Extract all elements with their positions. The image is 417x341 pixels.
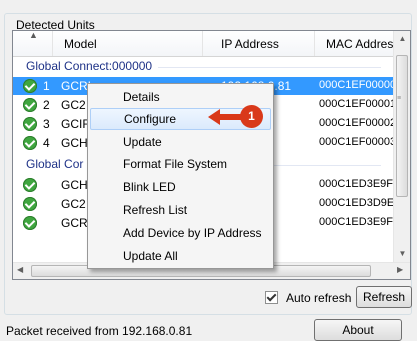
status-ok-icon bbox=[23, 79, 37, 93]
column-sort[interactable]: ▲ bbox=[13, 31, 53, 56]
row-index: 4 bbox=[43, 136, 50, 150]
column-mac-address[interactable]: MAC Address bbox=[315, 31, 399, 56]
status-ok-icon bbox=[23, 117, 37, 131]
column-header: ▲ Model IP Address MAC Address bbox=[13, 31, 399, 57]
auto-refresh-checkbox[interactable] bbox=[265, 291, 279, 305]
scroll-grip-icon: ≡ bbox=[397, 95, 402, 102]
menu-item-blink-led[interactable]: Blink LED bbox=[90, 176, 271, 198]
row-mac: 000C1EF00001 bbox=[319, 98, 397, 110]
scroll-left-icon[interactable]: ◀ bbox=[17, 265, 23, 274]
menu-item-refresh-list[interactable]: Refresh List bbox=[90, 199, 271, 221]
row-mac: 000C1EF00003 bbox=[319, 136, 397, 148]
menu-item-format-file-system[interactable]: Format File System bbox=[90, 153, 271, 175]
menu-item-add-device-by-ip[interactable]: Add Device by IP Address bbox=[90, 222, 271, 244]
column-model[interactable]: Model bbox=[53, 31, 203, 56]
row-index: 1 bbox=[43, 79, 50, 93]
auto-refresh-label[interactable]: Auto refresh bbox=[286, 291, 351, 305]
vertical-scrollbar[interactable]: ▲ ≡ ▼ bbox=[393, 31, 410, 264]
row-mac: 000C1ED3E9FD bbox=[319, 216, 401, 228]
group-header[interactable]: Global Connect:000000 bbox=[13, 58, 393, 76]
status-text: Packet received from 192.168.0.81 bbox=[6, 324, 193, 338]
checkmark-icon bbox=[265, 291, 278, 304]
scroll-up-icon[interactable]: ▲ bbox=[394, 34, 410, 43]
row-mac: 000C1EF00000 bbox=[319, 79, 397, 91]
refresh-button[interactable]: Refresh bbox=[356, 286, 412, 308]
status-ok-icon bbox=[23, 136, 37, 150]
menu-item-update-all[interactable]: Update All bbox=[90, 245, 271, 267]
menu-item-update[interactable]: Update bbox=[90, 131, 271, 153]
status-ok-icon bbox=[23, 216, 37, 230]
row-index: 3 bbox=[43, 117, 50, 131]
group-title-text: Global Cor bbox=[26, 157, 90, 171]
scroll-right-icon[interactable]: ▶ bbox=[397, 265, 403, 274]
row-mac: 000C1ED3D9E7 bbox=[319, 197, 401, 209]
status-ok-icon bbox=[23, 178, 37, 192]
row-index: 2 bbox=[43, 98, 50, 112]
column-ip-address[interactable]: IP Address bbox=[203, 31, 315, 56]
callout-badge: 1 bbox=[240, 105, 263, 128]
status-ok-icon bbox=[23, 197, 37, 211]
row-mac: 000C1EF00002 bbox=[319, 117, 397, 129]
vertical-scroll-thumb[interactable] bbox=[396, 55, 408, 197]
status-ok-icon bbox=[23, 98, 37, 112]
menu-item-details[interactable]: Details bbox=[90, 86, 271, 108]
row-mac: 000C1ED3E9F6 bbox=[319, 178, 400, 190]
callout-arrow-icon bbox=[208, 109, 244, 125]
sort-ascending-icon: ▲ bbox=[29, 30, 38, 40]
group-title-text: Global Connect:000000 bbox=[26, 59, 159, 73]
scroll-down-icon[interactable]: ▼ bbox=[394, 249, 410, 258]
